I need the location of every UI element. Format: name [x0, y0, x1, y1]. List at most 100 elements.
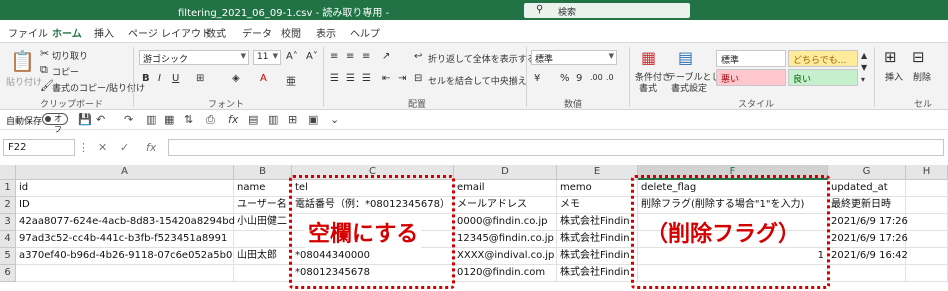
cell-g1[interactable]: updated_at — [828, 180, 906, 197]
cell-d4[interactable]: 12345@findin.co.jp — [454, 231, 557, 248]
cell-b4[interactable] — [234, 231, 292, 248]
cell-b3[interactable]: 小山田健二 — [234, 214, 292, 231]
borders-icon[interactable]: ⊞ — [196, 73, 204, 84]
paste-button[interactable]: 貼り付け — [6, 75, 42, 88]
function-icon[interactable]: fx — [228, 113, 238, 126]
decrease-decimal-icon[interactable]: .0 — [606, 73, 614, 82]
phonetic-icon[interactable]: 亜 — [286, 73, 296, 88]
percent-icon[interactable]: % — [560, 73, 570, 84]
cell-a3[interactable]: 42aa8077-624e-4acb-8d83-15420a8294bd — [16, 214, 235, 231]
cell-a4[interactable]: 97ad3c52-cc4b-441c-b3fb-f523451a8991 — [16, 231, 234, 248]
cell-d5[interactable]: XXXX@indival.co.jp — [454, 248, 557, 265]
style-neutral[interactable]: どちらでも... — [788, 50, 858, 67]
shrink-font-icon[interactable]: A˅ — [306, 51, 318, 62]
delete-cells-icon[interactable]: ⊟ — [912, 48, 925, 66]
autosave-toggle[interactable]: オフ — [42, 113, 68, 134]
row-header[interactable]: 2 — [0, 197, 16, 214]
name-box-dropdown-icon[interactable]: ⋮ — [78, 141, 89, 154]
cell-a6[interactable] — [16, 265, 234, 282]
row-header[interactable]: 6 — [0, 265, 16, 282]
cell-h3[interactable] — [906, 214, 948, 231]
tab-data[interactable]: データ — [242, 25, 272, 40]
align-left-icon[interactable]: ☰ — [330, 73, 339, 84]
tab-insert[interactable]: 挿入 — [94, 25, 114, 40]
cell-d1[interactable]: email — [454, 180, 557, 197]
cell-e3[interactable]: 株式会社Findin — [557, 214, 638, 231]
outdent-icon[interactable]: ⇥ — [398, 73, 406, 84]
tab-formulas[interactable]: 数式 — [206, 25, 226, 40]
save-icon[interactable]: 💾 — [78, 113, 92, 126]
select-all-corner[interactable] — [0, 165, 16, 180]
font-size-select[interactable]: 11 ▼ — [253, 50, 281, 65]
wrap-text-button[interactable]: 折り返して全体を表示する — [428, 52, 536, 65]
tab-view[interactable]: 表示 — [316, 25, 336, 40]
cell-b5[interactable]: 山田太郎 — [234, 248, 292, 265]
camera-icon[interactable]: ▣ — [308, 113, 318, 126]
grow-font-icon[interactable]: A˄ — [286, 51, 298, 62]
cell-h4[interactable] — [906, 231, 948, 248]
undo-icon[interactable]: ↶ — [96, 113, 105, 126]
style-standard[interactable]: 標準 — [716, 50, 786, 67]
bold-icon[interactable]: B — [142, 73, 150, 84]
fill-color-icon[interactable]: ◈ — [232, 73, 240, 84]
increase-decimal-icon[interactable]: .00 — [590, 73, 603, 82]
column-header-a[interactable]: A — [16, 165, 234, 180]
table-icon[interactable]: ▦ — [164, 113, 174, 126]
cell-g3[interactable]: 2021/6/9 17:26 — [828, 214, 908, 231]
cell-h5[interactable] — [906, 248, 948, 265]
styles-scroll-down-icon[interactable]: ▼ — [861, 63, 867, 72]
tab-home[interactable]: ホーム — [50, 25, 84, 44]
insert-function-icon[interactable]: fx — [146, 141, 156, 154]
tab-file[interactable]: ファイル — [8, 25, 48, 40]
underline-icon[interactable]: U — [172, 73, 179, 84]
format-painter-button[interactable]: 書式のコピー/貼り付け — [52, 81, 145, 94]
customize-qat-icon[interactable]: ⌄ — [330, 113, 339, 126]
cut-button[interactable]: 切り取り — [52, 49, 88, 62]
freeze-icon[interactable]: ⊞ — [288, 113, 297, 126]
row-header[interactable]: 1 — [0, 180, 16, 197]
align-right-icon[interactable]: ☰ — [362, 73, 371, 84]
chart-icon[interactable]: ▥ — [268, 113, 278, 126]
sheet-icon[interactable]: ▤ — [248, 113, 258, 126]
cell-g2[interactable]: 最終更新日時 — [828, 197, 906, 214]
tab-help[interactable]: ヘルプ — [350, 25, 380, 40]
row-header[interactable]: 5 — [0, 248, 16, 265]
formula-input[interactable] — [168, 139, 944, 156]
tab-review[interactable]: 校閲 — [281, 25, 301, 40]
cell-d2[interactable]: メールアドレス — [454, 197, 557, 214]
align-top-icon[interactable]: ≡ — [330, 51, 338, 62]
number-format-select[interactable]: 標準 ▼ — [531, 50, 617, 65]
tab-page-layout[interactable]: ページ レイアウト — [128, 25, 211, 40]
cell-b2[interactable]: ユーザー名 — [234, 197, 292, 214]
cell-e6[interactable]: 株式会社Findin — [557, 265, 638, 282]
orientation-icon[interactable]: ↗ — [382, 51, 390, 62]
cancel-icon[interactable]: ✕ — [98, 141, 107, 154]
column-header-g[interactable]: G — [828, 165, 906, 180]
font-name-select[interactable]: 游ゴシック ▼ — [139, 50, 249, 65]
insert-cells-icon[interactable]: ⊞ — [884, 48, 897, 66]
italic-icon[interactable]: I — [158, 73, 161, 84]
column-header-d[interactable]: D — [454, 165, 557, 180]
cell-d3[interactable]: 0000@findin.co.jp — [454, 214, 557, 231]
column-header-e[interactable]: E — [557, 165, 638, 180]
print-icon[interactable]: ⎙ — [206, 113, 215, 127]
cell-e5[interactable]: 株式会社Findin — [557, 248, 638, 265]
comma-icon[interactable]: 9 — [576, 73, 582, 84]
cell-a1[interactable]: id — [16, 180, 234, 197]
redo-icon[interactable]: ↷ — [124, 113, 133, 126]
cell-e2[interactable]: メモ — [557, 197, 638, 214]
font-color-icon[interactable]: A — [260, 73, 267, 84]
insert-cells-button[interactable]: 挿入 — [885, 70, 903, 83]
cell-g6[interactable] — [828, 265, 906, 282]
currency-icon[interactable]: ¥ — [534, 73, 540, 84]
cell-g5[interactable]: 2021/6/9 16:42 — [828, 248, 908, 265]
conditional-format-icon[interactable]: ▦ — [641, 48, 656, 67]
indent-icon[interactable]: ⇤ — [382, 73, 390, 84]
name-box[interactable]: F22 — [3, 139, 75, 156]
column-header-b[interactable]: B — [234, 165, 292, 180]
styles-more-icon[interactable]: ▾ — [861, 75, 865, 84]
enter-icon[interactable]: ✓ — [120, 141, 129, 154]
align-center-icon[interactable]: ☰ — [346, 73, 355, 84]
align-bottom-icon[interactable]: ≡ — [362, 51, 370, 62]
style-good[interactable]: 良い — [788, 69, 858, 86]
